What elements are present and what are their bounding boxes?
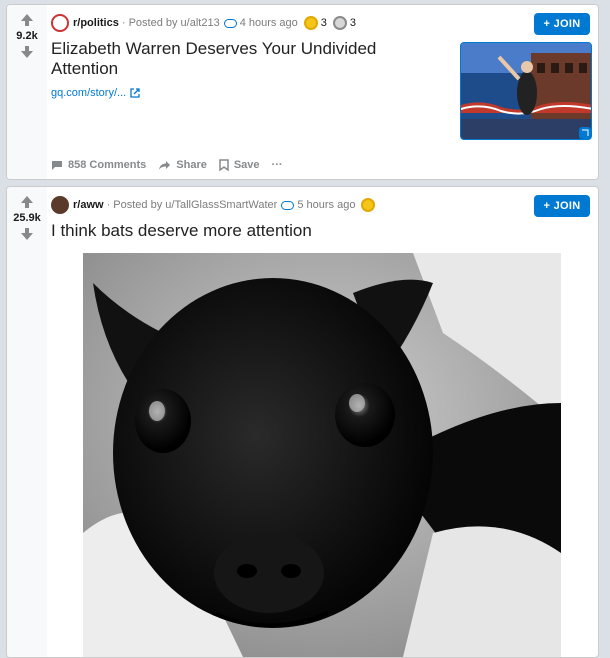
- posted-by: · Posted by u/alt213: [121, 17, 220, 29]
- post-card[interactable]: 25.9k r/aww · Posted by u/TallGlassSmart…: [6, 186, 599, 658]
- post-time: 4 hours ago: [239, 17, 298, 29]
- time-icon: [281, 200, 295, 210]
- vote-score: 9.2k: [16, 30, 38, 42]
- join-button[interactable]: + JOIN: [534, 195, 590, 217]
- post-title[interactable]: I think bats deserve more attention: [51, 221, 590, 241]
- vote-column: 25.9k: [7, 187, 47, 657]
- vote-column: 9.2k: [7, 5, 47, 179]
- join-button[interactable]: + JOIN: [534, 13, 590, 35]
- post-content: r/aww · Posted by u/TallGlassSmartWater …: [51, 195, 590, 241]
- time-icon: [223, 18, 237, 28]
- external-link-icon: [130, 88, 140, 98]
- gold-award-icon[interactable]: [361, 198, 376, 212]
- comments-label: 858 Comments: [68, 159, 147, 171]
- share-label: Share: [176, 159, 207, 171]
- comments-button[interactable]: 858 Comments: [51, 159, 146, 171]
- upvote-arrow-icon[interactable]: [20, 195, 34, 209]
- posted-by: · Posted by u/TallGlassSmartWater: [106, 199, 278, 211]
- bookmark-icon: [219, 159, 229, 171]
- subreddit-aww-icon[interactable]: [51, 196, 69, 214]
- share-icon: [159, 160, 171, 170]
- upvote-arrow-icon[interactable]: [20, 13, 34, 27]
- gold-award-icon[interactable]: [303, 16, 318, 30]
- link-text[interactable]: gq.com/story/...: [51, 87, 126, 99]
- post-meta: r/politics · Posted by u/alt213 4 hours …: [51, 13, 590, 33]
- post-image[interactable]: [83, 253, 561, 657]
- downvote-arrow-icon[interactable]: [20, 227, 34, 241]
- bat-photo: [83, 253, 561, 657]
- share-button[interactable]: Share: [158, 159, 207, 171]
- post-time: 5 hours ago: [297, 199, 356, 211]
- post-thumbnail[interactable]: [460, 42, 592, 140]
- silver-award-icon[interactable]: [332, 16, 347, 30]
- post-meta: r/aww · Posted by u/TallGlassSmartWater …: [51, 195, 590, 215]
- thumbnail-image: [461, 43, 591, 139]
- more-options-button[interactable]: ···: [272, 159, 283, 171]
- more-icon: ···: [271, 159, 283, 171]
- save-button[interactable]: Save: [219, 159, 260, 171]
- subreddit-politics-icon[interactable]: [51, 14, 69, 32]
- vote-score: 25.9k: [13, 212, 41, 224]
- award-count: 3: [320, 17, 327, 29]
- award-count: 3: [349, 17, 357, 29]
- subreddit-link[interactable]: r/politics: [73, 17, 119, 29]
- subreddit-link[interactable]: r/aww: [73, 199, 104, 211]
- downvote-arrow-icon[interactable]: [20, 45, 34, 59]
- post-card[interactable]: 9.2k r/politics · Posted by u/alt213 4 h…: [6, 4, 599, 180]
- post-actions: 858 Comments Share Save ···: [51, 159, 295, 171]
- comment-icon: [52, 160, 62, 170]
- save-label: Save: [233, 159, 260, 171]
